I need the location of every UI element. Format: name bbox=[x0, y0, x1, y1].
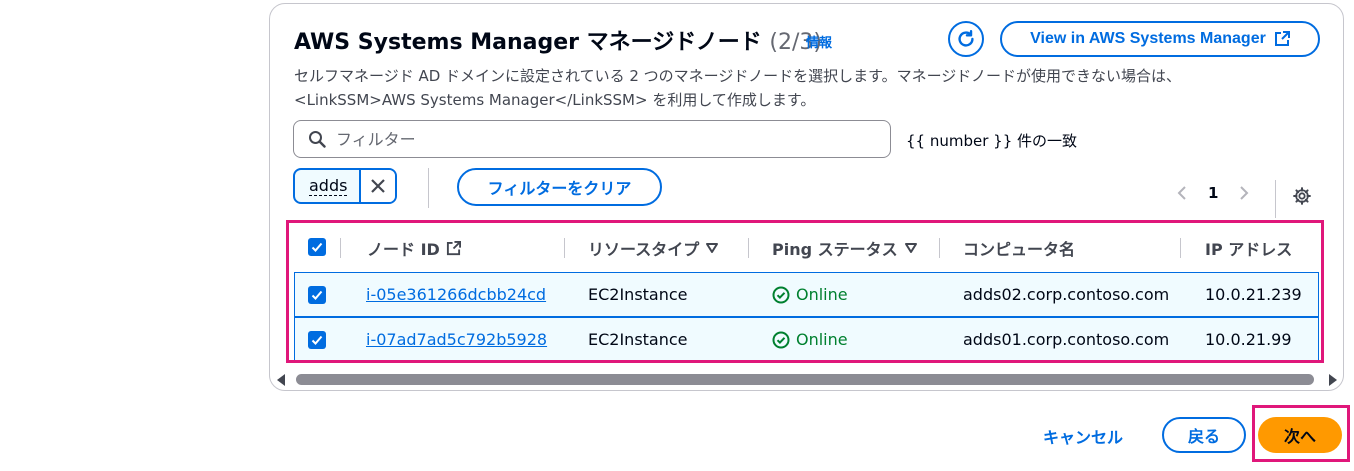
row-checkbox[interactable] bbox=[308, 331, 326, 349]
ip-address: 10.0.21.99 bbox=[1205, 330, 1292, 349]
view-in-systems-manager-button[interactable]: View in AWS Systems Manager bbox=[1000, 21, 1320, 57]
table-row[interactable]: i-07ad7ad5c792b5928 EC2Instance Online a… bbox=[294, 317, 1319, 362]
match-count: {{ number }} 件の一致 bbox=[906, 132, 1078, 150]
filter-input[interactable] bbox=[336, 129, 856, 149]
column-node-id: ノード ID bbox=[367, 236, 461, 260]
managed-nodes-panel: AWS Systems Manager マネージドノード (2/3) 情報 Vi… bbox=[269, 3, 1344, 391]
gear-icon[interactable] bbox=[1292, 186, 1312, 206]
search-icon bbox=[309, 131, 326, 148]
cancel-button[interactable]: キャンセル bbox=[1043, 424, 1123, 448]
remove-token-button[interactable] bbox=[359, 170, 396, 202]
column-resource-type[interactable]: リソースタイプ bbox=[588, 236, 719, 260]
filter-input-box[interactable] bbox=[293, 120, 891, 158]
filter-token-label[interactable]: adds bbox=[309, 176, 348, 196]
scroll-left-icon[interactable] bbox=[275, 373, 287, 387]
horizontal-scrollbar[interactable] bbox=[272, 371, 1342, 387]
token-divider bbox=[428, 168, 429, 208]
refresh-button[interactable] bbox=[948, 21, 984, 57]
chevron-left-icon[interactable] bbox=[1176, 185, 1188, 201]
scroll-right-icon[interactable] bbox=[1327, 373, 1339, 387]
current-page[interactable]: 1 bbox=[1208, 184, 1218, 202]
panel-description: セルフマネージド AD ドメインに設定されている 2 つのマネージドノードを選択… bbox=[294, 67, 1181, 109]
node-id-link[interactable]: i-05e361266dcbb24cd bbox=[366, 285, 546, 304]
external-link-icon bbox=[1274, 31, 1290, 46]
computer-name: adds02.corp.contoso.com bbox=[963, 285, 1170, 304]
status-success-icon bbox=[772, 331, 790, 348]
pager-divider bbox=[1275, 180, 1276, 218]
row-checkbox[interactable] bbox=[308, 286, 326, 304]
panel-title: AWS Systems Manager マネージドノード (2/3) bbox=[294, 30, 822, 55]
back-button[interactable]: 戻る bbox=[1162, 417, 1246, 453]
column-computer-name: コンピュータ名 bbox=[963, 240, 1076, 259]
pagination: 1 bbox=[1176, 184, 1250, 202]
ping-status: Online bbox=[772, 285, 848, 304]
computer-name: adds01.corp.contoso.com bbox=[963, 330, 1170, 349]
external-link-icon bbox=[446, 240, 461, 255]
clear-filter-button[interactable]: フィルターをクリア bbox=[457, 168, 662, 206]
node-id-link[interactable]: i-07ad7ad5c792b5928 bbox=[366, 330, 547, 349]
managed-nodes-table: ノード ID リソースタイプ Ping ステータス コンピュータ名 IP アドレ… bbox=[292, 224, 1322, 368]
ip-address: 10.0.21.239 bbox=[1205, 285, 1302, 304]
chevron-right-icon[interactable] bbox=[1238, 185, 1250, 201]
next-button[interactable]: 次へ bbox=[1258, 417, 1342, 453]
sort-down-icon bbox=[904, 243, 917, 253]
status-success-icon bbox=[772, 286, 790, 303]
table-row[interactable]: i-05e361266dcbb24cd EC2Instance Online a… bbox=[294, 272, 1319, 317]
table-header: ノード ID リソースタイプ Ping ステータス コンピュータ名 IP アドレ… bbox=[292, 224, 1322, 270]
info-link[interactable]: 情報 bbox=[806, 32, 832, 51]
resource-type: EC2Instance bbox=[588, 330, 688, 349]
select-all-checkbox[interactable] bbox=[308, 238, 326, 256]
refresh-icon bbox=[958, 30, 974, 47]
ping-status: Online bbox=[772, 330, 848, 349]
checkbox-checked-icon bbox=[311, 290, 323, 300]
column-ping-status[interactable]: Ping ステータス bbox=[772, 236, 918, 260]
close-icon bbox=[371, 179, 386, 193]
column-ip-address: IP アドレス bbox=[1205, 240, 1293, 259]
resource-type: EC2Instance bbox=[588, 285, 688, 304]
checkbox-checked-icon bbox=[311, 242, 323, 252]
filter-token: adds bbox=[293, 168, 398, 204]
sort-down-icon bbox=[706, 243, 719, 253]
checkbox-checked-icon bbox=[311, 335, 323, 345]
scroll-thumb[interactable] bbox=[296, 374, 1314, 385]
